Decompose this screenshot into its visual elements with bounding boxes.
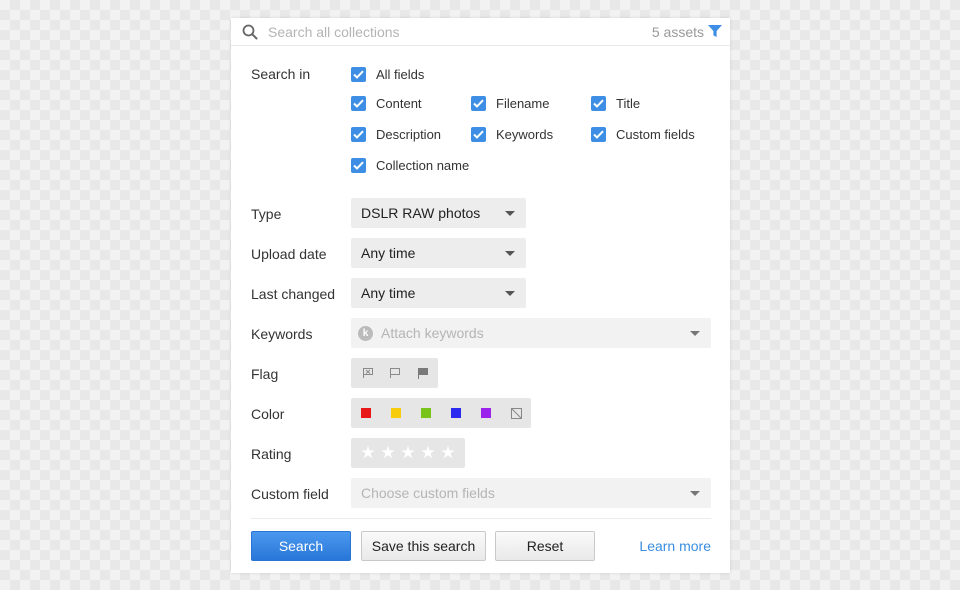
upload-date-dropdown[interactable]: Any time xyxy=(351,238,526,268)
keywords-input[interactable]: k Attach keywords xyxy=(351,318,711,348)
search-in-label: Search in xyxy=(251,66,311,82)
upload-date-value: Any time xyxy=(361,245,416,261)
checkbox-icon[interactable] xyxy=(471,126,486,142)
checkbox-description[interactable]: Description xyxy=(351,126,441,142)
checkbox-icon[interactable] xyxy=(351,157,366,173)
last-changed-label: Last changed xyxy=(251,286,336,302)
checkbox-all-fields[interactable]: All fields xyxy=(351,66,424,82)
checkbox-icon[interactable] xyxy=(591,95,606,111)
chevron-down-icon xyxy=(505,291,515,296)
search-icon xyxy=(242,24,258,40)
chevron-down-icon xyxy=(505,211,515,216)
swatch-square xyxy=(481,408,491,418)
filter-icon[interactable] xyxy=(708,25,722,38)
checkbox-collection-name[interactable]: Collection name xyxy=(351,157,469,173)
color-swatch-blue[interactable] xyxy=(446,398,466,428)
keywords-placeholder: Attach keywords xyxy=(381,325,484,341)
keywords-label: Keywords xyxy=(251,326,313,342)
checkbox-label: Keywords xyxy=(496,126,554,142)
color-swatch-green[interactable] xyxy=(416,398,436,428)
type-dropdown[interactable]: DSLR RAW photos xyxy=(351,198,526,228)
rating-label: Rating xyxy=(251,446,292,462)
star-icon[interactable]: ★ xyxy=(438,438,458,468)
color-swatch-purple[interactable] xyxy=(476,398,496,428)
star-icon[interactable]: ★ xyxy=(418,438,438,468)
checkbox-content[interactable]: Content xyxy=(351,95,422,111)
assets-count: 5 assets xyxy=(651,24,704,40)
checkbox-label: Collection name xyxy=(376,157,470,173)
flagged-icon[interactable] xyxy=(412,358,434,388)
search-bar: 5 assets xyxy=(231,18,730,46)
star-icon[interactable]: ★ xyxy=(358,438,378,468)
search-button[interactable]: Search xyxy=(251,531,351,561)
color-swatch-yellow[interactable] xyxy=(386,398,406,428)
color-selector xyxy=(351,398,531,428)
checkbox-icon[interactable] xyxy=(351,95,366,111)
checkbox-label: Filename xyxy=(496,95,550,111)
custom-field-dropdown[interactable]: Choose custom fields xyxy=(351,478,711,508)
flag-selector xyxy=(351,358,438,388)
color-swatch-red[interactable] xyxy=(356,398,376,428)
checkbox-title[interactable]: Title xyxy=(591,95,640,111)
checkbox-icon[interactable] xyxy=(351,126,366,142)
swatch-square xyxy=(361,408,371,418)
checkbox-icon[interactable] xyxy=(591,126,606,142)
chevron-down-icon xyxy=(690,491,700,496)
checkbox-label: Title xyxy=(616,95,641,111)
checkbox-filename[interactable]: Filename xyxy=(471,95,549,111)
rating-selector: ★ ★ ★ ★ ★ xyxy=(351,438,465,468)
swatch-square xyxy=(451,408,461,418)
search-input[interactable] xyxy=(268,22,598,42)
upload-date-label: Upload date xyxy=(251,246,327,262)
no-color-icon[interactable] xyxy=(506,398,526,428)
star-icon[interactable]: ★ xyxy=(378,438,398,468)
star-icon[interactable]: ★ xyxy=(398,438,418,468)
swatch-square xyxy=(391,408,401,418)
custom-field-placeholder: Choose custom fields xyxy=(361,485,495,501)
checkbox-label: Custom fields xyxy=(616,126,695,142)
checkbox-custom-fields[interactable]: Custom fields xyxy=(591,126,695,142)
learn-more-link[interactable]: Learn more xyxy=(639,538,711,554)
chevron-down-icon xyxy=(690,331,700,336)
divider xyxy=(251,518,711,519)
color-label: Color xyxy=(251,406,285,422)
checkbox-label: All fields xyxy=(376,66,425,82)
type-label: Type xyxy=(251,206,282,222)
advanced-search-panel: 5 assets Search in All fields Content File… xyxy=(231,18,730,573)
keyword-badge-icon: k xyxy=(358,326,373,341)
last-changed-value: Any time xyxy=(361,285,416,301)
reset-button[interactable]: Reset xyxy=(495,531,595,561)
checkbox-label: Content xyxy=(376,95,422,111)
checkbox-icon[interactable] xyxy=(351,66,366,82)
flag-label: Flag xyxy=(251,366,279,382)
type-value: DSLR RAW photos xyxy=(361,205,481,221)
checkbox-icon[interactable] xyxy=(471,95,486,111)
swatch-square xyxy=(421,408,431,418)
save-search-button[interactable]: Save this search xyxy=(361,531,486,561)
reject-flag-icon[interactable] xyxy=(357,358,379,388)
checkbox-keywords[interactable]: Keywords xyxy=(471,126,553,142)
unflagged-icon[interactable] xyxy=(384,358,406,388)
checkbox-label: Description xyxy=(376,126,442,142)
last-changed-dropdown[interactable]: Any time xyxy=(351,278,526,308)
chevron-down-icon xyxy=(505,251,515,256)
custom-field-label: Custom field xyxy=(251,486,329,502)
